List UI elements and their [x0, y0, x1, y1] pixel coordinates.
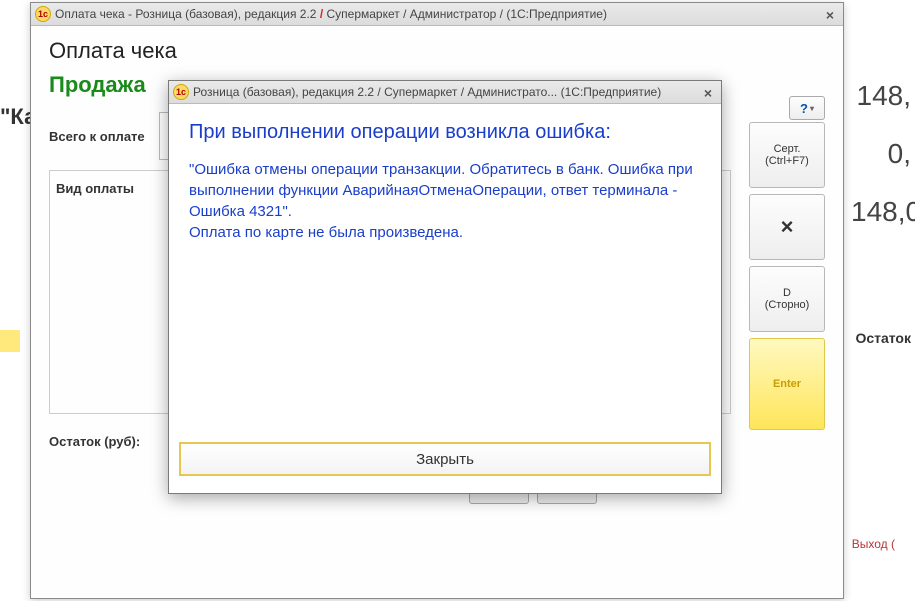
title-prefix: Оплата чека - Розница (базовая), редакци… [55, 7, 320, 21]
help-icon: ? [800, 101, 808, 116]
help-button[interactable]: ?▾ [789, 96, 825, 120]
bg-ostatok-label: Остаток [855, 330, 911, 346]
enter-label: Enter [773, 378, 801, 390]
dialog-title-suffix: Супермаркет / Администрато... (1С:Предпр… [384, 85, 661, 99]
cert-shortcut: (Ctrl+F7) [765, 155, 809, 167]
bg-amount-3: 148,0 [851, 196, 911, 228]
exit-link[interactable]: Выход ( [852, 537, 895, 551]
payment-window-title: Оплата чека - Розница (базовая), редакци… [55, 7, 821, 21]
close-icon[interactable]: × [821, 7, 839, 21]
dropdown-icon: ▾ [810, 104, 814, 113]
enter-button[interactable]: Enter [749, 338, 825, 430]
close-dialog-button[interactable]: Закрыть [179, 442, 711, 476]
title-suffix: Супермаркет / Администратор / (1С:Предпр… [323, 7, 607, 21]
payment-window-titlebar[interactable]: 1c Оплата чека - Розница (базовая), реда… [31, 3, 843, 26]
certificate-button[interactable]: Серт. (Ctrl+F7) [749, 122, 825, 188]
error-dialog-title: Розница (базовая), редакция 2.2 / Суперм… [193, 85, 699, 99]
side-buttons: Серт. (Ctrl+F7) × D (Сторно) Enter [749, 122, 825, 430]
error-text: "Ошибка отмены операции транзакции. Обра… [189, 159, 701, 243]
dialog-title-prefix: Розница (базовая), редакция 2.2 / [193, 85, 384, 99]
app-logo-icon: 1c [35, 6, 51, 22]
close-icon[interactable]: × [699, 85, 717, 99]
app-logo-icon: 1c [173, 84, 189, 100]
error-dialog-titlebar[interactable]: 1c Розница (базовая), редакция 2.2 / Суп… [169, 81, 721, 104]
page-title: Оплата чека [49, 38, 825, 64]
bg-amount-1: 148, [851, 80, 911, 112]
storno-label: D [783, 287, 791, 299]
storno-shortcut: (Сторно) [765, 299, 810, 311]
remainder-label: Остаток (руб): [49, 434, 159, 449]
storno-button[interactable]: D (Сторно) [749, 266, 825, 332]
error-line-2: Оплата по карте не была произведена. [189, 224, 463, 241]
error-dialog: 1c Розница (базовая), редакция 2.2 / Суп… [168, 80, 722, 494]
payment-type-label: Вид оплаты [56, 181, 166, 196]
bg-amount-2: 0, [851, 138, 911, 170]
cert-label: Серт. [774, 143, 801, 155]
error-line-1: "Ошибка отмены операции транзакции. Обра… [189, 161, 693, 220]
cancel-button[interactable]: × [749, 194, 825, 260]
error-heading: При выполнении операции возникла ошибка: [189, 120, 701, 145]
bg-amounts: 148, 0, 148,0 [851, 80, 911, 254]
total-label: Всего к оплате [49, 129, 159, 144]
x-icon: × [781, 214, 794, 240]
bg-highlight-row [0, 330, 20, 352]
